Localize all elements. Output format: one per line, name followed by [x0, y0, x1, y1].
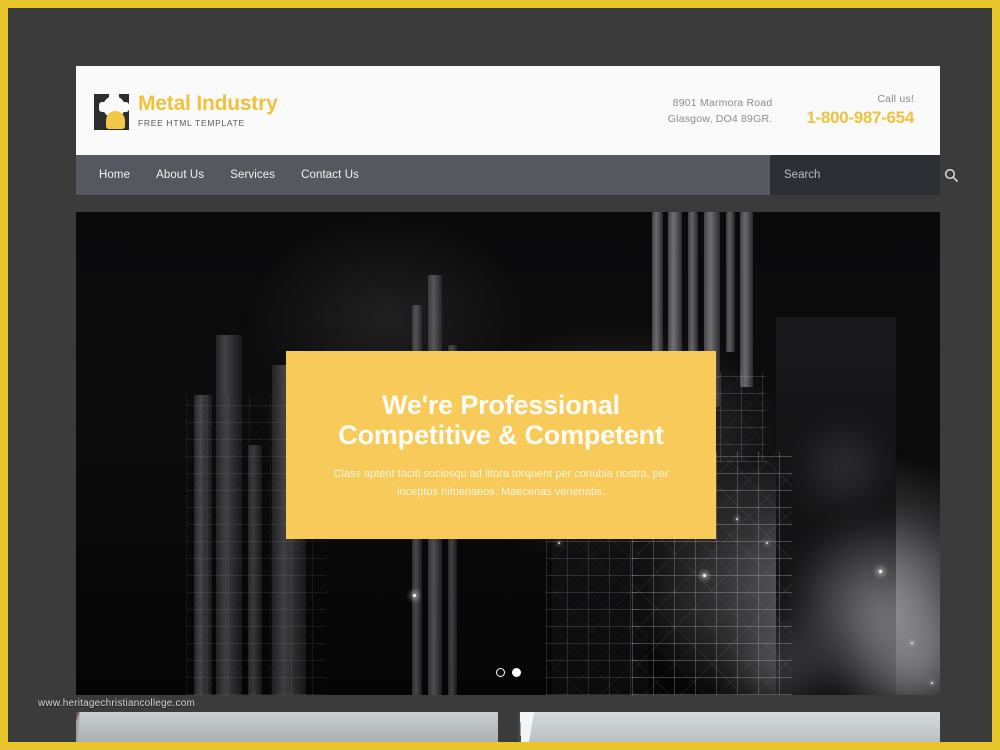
nav-item-home[interactable]: Home [86, 155, 143, 195]
site-container: Metal Industry FREE HTML TEMPLATE 8901 M… [76, 66, 958, 750]
brand-text: Metal Industry FREE HTML TEMPLATE [138, 91, 278, 128]
carousel-dot-2[interactable] [511, 668, 521, 677]
brand-logo[interactable]: Metal Industry FREE HTML TEMPLATE [94, 91, 278, 130]
nav-items: Home About Us Services Contact Us [76, 155, 770, 195]
page-root: { "theme": { "brand_yellow": "#f0c23c", … [0, 0, 1000, 750]
main-navigation: Home About Us Services Contact Us [76, 155, 958, 195]
search-icon[interactable] [944, 168, 958, 182]
header-contact-group: 8901 Marmora Road Glasgow, DO4 89GR. Cal… [668, 93, 920, 128]
metal-cog-logo-icon [94, 92, 129, 130]
carousel-dots [76, 668, 940, 677]
address-block: 8901 Marmora Road Glasgow, DO4 89GR. [668, 95, 773, 127]
address-line-1: 8901 Marmora Road [672, 96, 773, 109]
bottom-border-strip [0, 742, 1000, 750]
carousel-dot-1[interactable] [495, 668, 505, 677]
call-block: Call us! 1-800-987-654 [806, 93, 914, 128]
phone-number[interactable]: 1-800-987-654 [806, 108, 914, 128]
nav-item-contact-us[interactable]: Contact Us [288, 155, 372, 195]
address-line-2: Glasgow, DO4 89GR. [667, 112, 773, 125]
watermark-text: www.heritagechristiancollege.com [38, 698, 196, 709]
search-box[interactable] [770, 155, 958, 195]
brand-title: Metal Industry [138, 92, 278, 115]
brand-subtitle: FREE HTML TEMPLATE [138, 118, 245, 128]
hero-text-card: We're Professional Competitive & Compete… [286, 351, 716, 539]
hero-heading-line-2: Competitive & Competent [338, 419, 664, 450]
site-header: Metal Industry FREE HTML TEMPLATE 8901 M… [76, 66, 940, 155]
call-label: Call us! [877, 93, 914, 105]
search-input[interactable] [784, 169, 938, 181]
hero-heading-line-1: We're Professional [382, 389, 620, 420]
nav-item-about-us[interactable]: About Us [143, 155, 217, 195]
nav-item-services[interactable]: Services [217, 155, 288, 195]
hero-carousel: We're Professional Competitive & Compete… [76, 212, 940, 695]
hero-paragraph: Class aptent taciti sociosqu ad litora t… [333, 467, 669, 498]
